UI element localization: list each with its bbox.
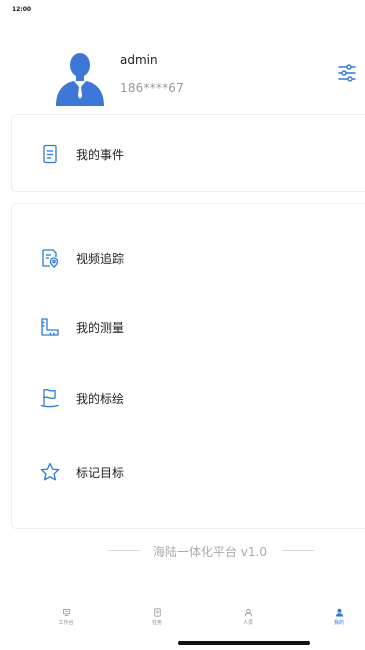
profile-screen: 12:00 admin 186****67 我的事件 视频追踪 我的测量 我的标… bbox=[0, 0, 365, 650]
menu-item-label: 视频追踪 bbox=[76, 252, 125, 266]
menu-item-my-events[interactable]: 我的事件 bbox=[12, 133, 362, 173]
profile-header: admin 186****67 bbox=[0, 40, 365, 110]
username: admin bbox=[120, 53, 158, 67]
menu-item-my-plot[interactable]: 我的标绘 bbox=[12, 377, 362, 417]
task-icon bbox=[153, 608, 161, 617]
status-time: 12:00 bbox=[12, 6, 32, 13]
star-icon bbox=[40, 462, 60, 481]
menu-item-label: 我的标绘 bbox=[76, 392, 125, 406]
status-bar: 12:00 bbox=[0, 0, 365, 20]
tab-label: 任务 bbox=[151, 620, 162, 626]
menu-item-my-measure[interactable]: 我的测量 bbox=[12, 306, 362, 346]
tab-task[interactable]: 任务 bbox=[127, 608, 187, 638]
tab-label: 工作台 bbox=[58, 620, 74, 626]
document-icon bbox=[43, 144, 57, 164]
person-icon bbox=[335, 608, 343, 617]
bottom-tab-bar: 工作台 任务 人员 我的 bbox=[0, 608, 365, 638]
menu-item-label: 标记目标 bbox=[76, 466, 125, 480]
tab-mine[interactable]: 我的 bbox=[309, 608, 365, 638]
menu-item-video-track[interactable]: 视频追踪 bbox=[12, 237, 362, 277]
tab-label: 我的 bbox=[333, 620, 344, 626]
user-avatar-icon[interactable] bbox=[50, 48, 110, 108]
menu-card-events: 我的事件 bbox=[11, 114, 365, 192]
divider-right bbox=[282, 550, 314, 551]
tab-label: 人员 bbox=[242, 620, 253, 626]
flag-icon bbox=[40, 389, 59, 408]
video-track-icon bbox=[42, 249, 59, 268]
people-icon bbox=[244, 608, 252, 617]
sliders-icon[interactable] bbox=[336, 62, 358, 84]
version-footer: 海陆一体化平台 v1.0 bbox=[0, 542, 365, 560]
tab-people[interactable]: 人员 bbox=[218, 608, 278, 638]
menu-item-label: 我的测量 bbox=[76, 321, 125, 335]
menu-item-label: 我的事件 bbox=[76, 148, 125, 162]
workbench-icon bbox=[62, 608, 70, 617]
version-text: 海陆一体化平台 v1.0 bbox=[152, 545, 267, 559]
ruler-icon bbox=[41, 318, 59, 336]
phone-number: 186****67 bbox=[120, 81, 184, 95]
menu-card-tools: 视频追踪 我的测量 我的标绘 标记目标 bbox=[11, 203, 365, 529]
menu-item-mark-target[interactable]: 标记目标 bbox=[12, 451, 362, 491]
tab-workbench[interactable]: 工作台 bbox=[36, 608, 96, 638]
home-indicator bbox=[178, 641, 310, 645]
